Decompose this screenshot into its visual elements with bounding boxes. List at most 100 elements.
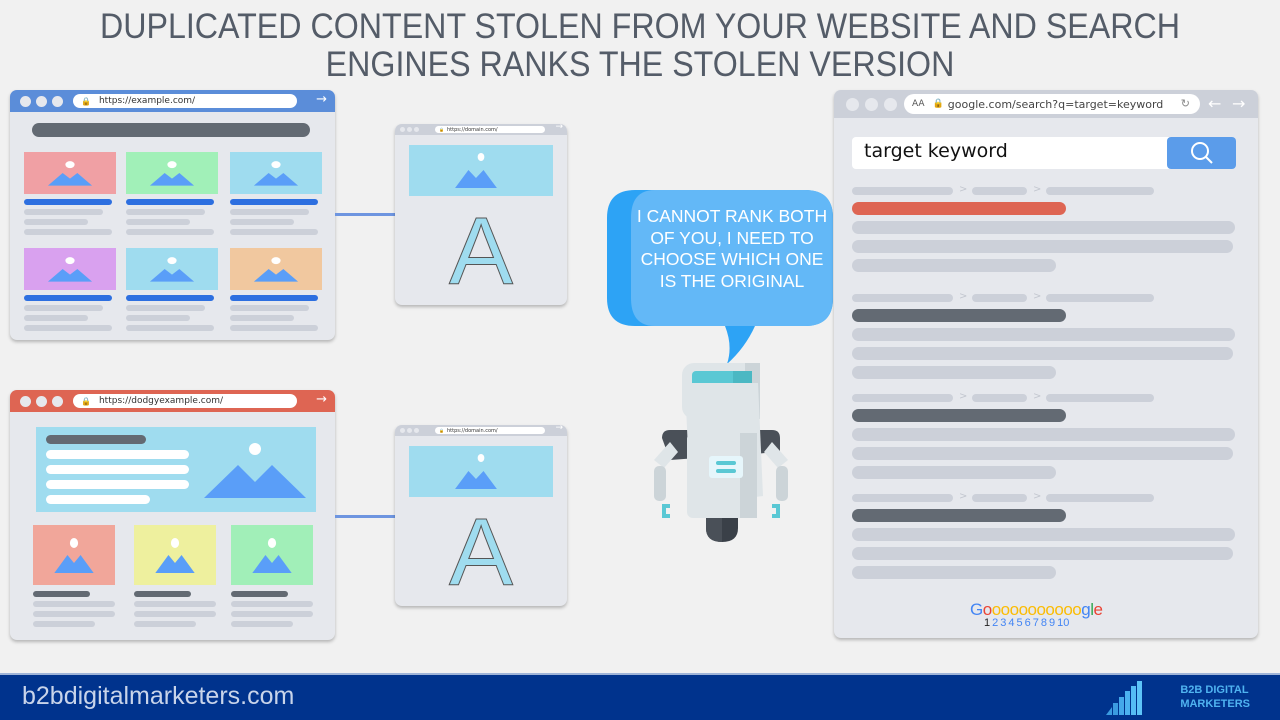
page-link[interactable]: 6 [1025, 617, 1031, 629]
article-text-placeholder [231, 601, 313, 607]
search-query: target keyword [864, 140, 1008, 162]
window-dot[interactable] [52, 396, 63, 407]
article-text-placeholder [231, 621, 293, 627]
thumbnail-image-icon [126, 248, 218, 290]
search-result[interactable]: > > [852, 391, 1242, 484]
page-link[interactable]: 2 [992, 617, 998, 629]
search-result[interactable]: > > [852, 184, 1242, 277]
window-dot[interactable] [36, 396, 47, 407]
window-dot[interactable] [20, 96, 31, 107]
result-title-placeholder[interactable] [852, 509, 1066, 522]
breadcrumb-separator-icon: > [959, 391, 968, 402]
address-bar[interactable]: AA 🔒 google.com/search?q=target=keyword … [904, 94, 1200, 114]
page-link[interactable]: 9 [1049, 617, 1055, 629]
search-button[interactable] [1167, 137, 1236, 169]
article-card[interactable] [230, 248, 322, 340]
article-card[interactable] [126, 152, 218, 247]
go-arrow-icon[interactable]: → [316, 392, 327, 407]
duplicate-page-browser: 🔒 https://domain.com/ → A [395, 425, 567, 606]
search-results-browser: AA 🔒 google.com/search?q=target=keyword … [834, 90, 1258, 638]
breadcrumb-separator-icon: > [1033, 291, 1042, 302]
search-input[interactable]: target keyword [852, 137, 1236, 169]
article-text-placeholder [33, 601, 115, 607]
copy-connector-top [335, 213, 395, 216]
breadcrumb-separator-icon: > [1033, 491, 1042, 502]
window-dot[interactable] [36, 96, 47, 107]
window-dot[interactable] [400, 127, 405, 132]
duplicate-page-browser: 🔒 https://domain.com/ → A [395, 124, 567, 305]
page-link[interactable]: 5 [1017, 617, 1023, 629]
thumbnail-image-icon [230, 248, 322, 290]
lock-icon: 🔒 [932, 99, 944, 109]
forward-arrow-icon[interactable]: → [1232, 94, 1245, 113]
window-dot[interactable] [20, 396, 31, 407]
article-text-placeholder [24, 219, 88, 225]
hero-text-placeholder [46, 495, 150, 504]
window-dot[interactable] [400, 428, 405, 433]
hero-text-placeholder [46, 480, 189, 489]
search-result[interactable]: > > [852, 491, 1242, 584]
back-arrow-icon[interactable]: ← [1208, 94, 1221, 113]
breadcrumb-placeholder [972, 294, 1027, 302]
search-result[interactable]: > > [852, 291, 1242, 384]
browser-titlebar: AA 🔒 google.com/search?q=target=keyword … [834, 90, 1258, 118]
lock-icon: 🔒 [81, 96, 91, 106]
go-arrow-icon[interactable]: → [555, 124, 563, 132]
article-card[interactable] [231, 525, 315, 635]
breadcrumb-separator-icon: > [959, 291, 968, 302]
window-dot[interactable] [865, 98, 878, 111]
window-dot[interactable] [414, 428, 419, 433]
window-dot[interactable] [414, 127, 419, 132]
address-bar[interactable]: 🔒 https://domain.com/ [435, 126, 545, 133]
footer: b2bdigitalmarketers.com B2B DIGITAL MARK… [0, 673, 1280, 720]
duplicated-letter: A [448, 198, 514, 305]
article-text-placeholder [230, 325, 318, 331]
article-card[interactable] [230, 152, 322, 247]
article-text-placeholder [230, 315, 294, 321]
article-text-placeholder [126, 219, 190, 225]
breadcrumb-placeholder [1046, 394, 1154, 402]
headline-line-2: ENGINES RANKS THE STOLEN VERSION [325, 45, 955, 84]
article-title-placeholder [231, 591, 288, 597]
address-url: https://example.com/ [98, 96, 196, 106]
reload-icon[interactable]: ↻ [1181, 97, 1190, 110]
page-link[interactable]: 3 [1000, 617, 1006, 629]
bot-speech-text: I CANNOT RANK BOTH OF YOU, I NEED TO CHO… [636, 206, 828, 291]
article-title-placeholder [24, 295, 112, 301]
address-bar[interactable]: 🔒 https://example.com/ [73, 94, 297, 108]
window-dot[interactable] [407, 127, 412, 132]
browser-titlebar: 🔒 https://dodgyexample.com/ → [10, 390, 335, 412]
article-card[interactable] [24, 248, 116, 340]
footer-website-link[interactable]: b2bdigitalmarketers.com [22, 682, 294, 711]
go-arrow-icon[interactable]: → [316, 92, 327, 107]
result-snippet-placeholder [852, 328, 1235, 341]
address-bar[interactable]: 🔒 https://domain.com/ [435, 427, 545, 434]
result-title-placeholder[interactable] [852, 202, 1066, 215]
breadcrumb-placeholder [972, 394, 1027, 402]
browser-titlebar: 🔒 https://domain.com/ → [395, 124, 567, 135]
article-card[interactable] [24, 152, 116, 247]
go-arrow-icon[interactable]: → [555, 425, 563, 433]
page-link[interactable]: 8 [1041, 617, 1047, 629]
original-site-browser: 🔒 https://example.com/ → [10, 90, 335, 340]
article-card[interactable] [33, 525, 117, 635]
result-title-placeholder[interactable] [852, 309, 1066, 322]
article-card[interactable] [126, 248, 218, 340]
text-size-button[interactable]: AA [912, 99, 925, 109]
headline-line-1: DUPLICATED CONTENT STOLEN FROM YOUR WEBS… [99, 7, 1181, 46]
address-bar[interactable]: 🔒 https://dodgyexample.com/ [73, 394, 297, 408]
article-title-placeholder [134, 591, 191, 597]
brand-logo-icon [1106, 681, 1142, 715]
page-link[interactable]: 7 [1033, 617, 1039, 629]
window-dot[interactable] [52, 96, 63, 107]
address-url: google.com/search?q=target=keyword [947, 97, 1164, 111]
page-link[interactable]: 10 [1057, 617, 1069, 629]
article-card[interactable] [134, 525, 218, 635]
window-dot[interactable] [407, 428, 412, 433]
window-dot[interactable] [884, 98, 897, 111]
hero-text-placeholder [46, 450, 189, 459]
page-link[interactable]: 1 [984, 617, 990, 629]
result-title-placeholder[interactable] [852, 409, 1066, 422]
window-dot[interactable] [846, 98, 859, 111]
page-link[interactable]: 4 [1008, 617, 1014, 629]
